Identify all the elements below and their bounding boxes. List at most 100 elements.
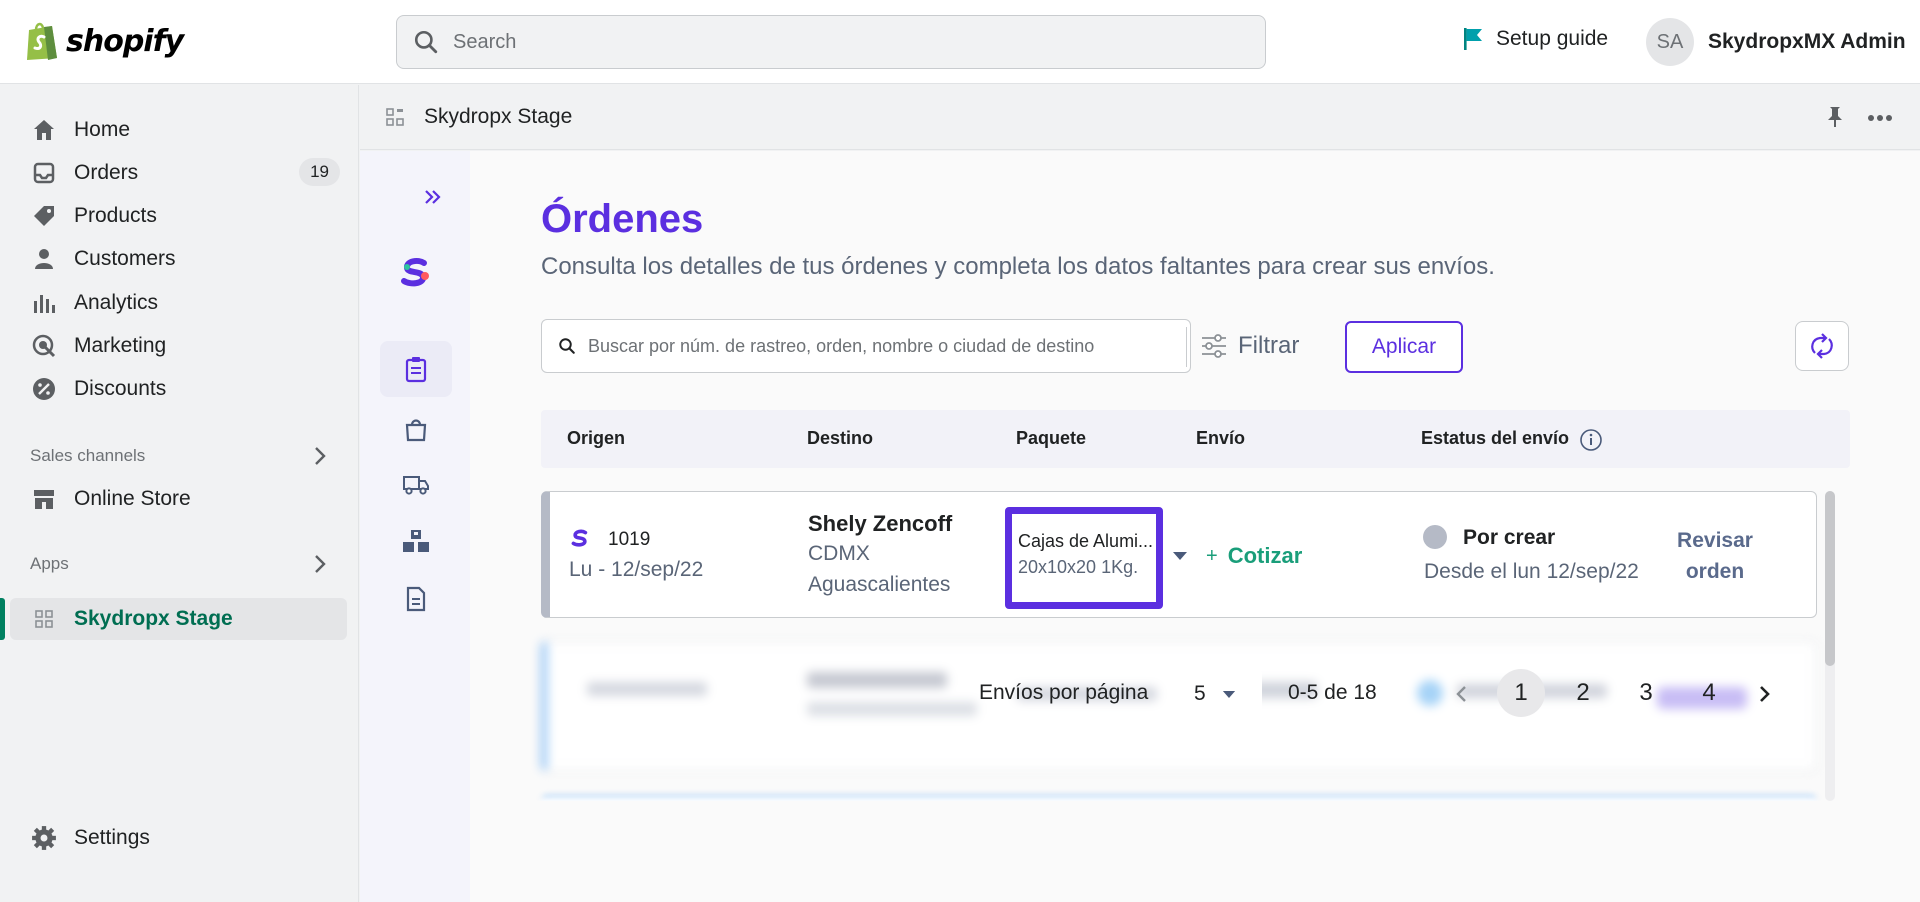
- setup-guide-label: Setup guide: [1496, 27, 1609, 50]
- shopify-bag-icon: [27, 22, 57, 60]
- apply-button[interactable]: Aplicar: [1345, 321, 1463, 373]
- orders-count-badge: 19: [299, 158, 340, 186]
- column-header-origin: Origen: [567, 428, 626, 448]
- page-button-3[interactable]: 3: [1622, 669, 1670, 717]
- scrollbar-thumb[interactable]: [1825, 491, 1835, 666]
- table-header: Origen Destino Paquete Envío Estatus del…: [541, 410, 1850, 468]
- review-order-link[interactable]: Revisar orden: [1660, 525, 1770, 587]
- sidebar-item-orders[interactable]: Orders 19: [30, 153, 340, 193]
- review-order-line1: Revisar: [1677, 529, 1753, 552]
- app-header-title: Skydropx Stage: [424, 105, 573, 128]
- document-icon: [406, 586, 426, 612]
- column-header-shipment: Envío: [1196, 428, 1246, 448]
- skydropx-logo-icon: [401, 257, 429, 287]
- status-indicator: [1423, 525, 1447, 549]
- discount-icon: [30, 375, 58, 403]
- column-header-package: Paquete: [1016, 428, 1087, 448]
- orders-search-input[interactable]: [588, 335, 1178, 357]
- sales-channels-label: Sales channels: [30, 446, 146, 465]
- chevron-right-icon[interactable]: [312, 554, 328, 574]
- destination-state: Aguascalientes: [808, 573, 951, 596]
- sidebar-item-products[interactable]: Products: [30, 196, 340, 236]
- sidebar-item-marketing[interactable]: Marketing: [30, 326, 340, 366]
- order-number: 1019: [608, 529, 651, 550]
- destination-city: CDMX: [808, 542, 870, 565]
- chevron-left-icon[interactable]: [1455, 685, 1467, 703]
- sidebar-item-discounts[interactable]: Discounts: [30, 369, 340, 409]
- page-button-2[interactable]: 2: [1559, 669, 1607, 717]
- sidebar-item-customers[interactable]: Customers: [30, 239, 340, 279]
- global-search-input[interactable]: [453, 30, 1233, 54]
- sidebar-item-skydropx-stage[interactable]: Skydropx Stage: [30, 599, 340, 639]
- sidebar-item-home[interactable]: Home: [30, 110, 340, 150]
- page-title: Órdenes: [541, 197, 704, 241]
- quote-label: Cotizar: [1227, 543, 1303, 568]
- sidebar-item-analytics[interactable]: Analytics: [30, 283, 340, 323]
- sidebar-item-label: Settings: [74, 826, 150, 849]
- boxes-icon: [403, 530, 429, 552]
- pagination-bar: [470, 801, 1920, 902]
- search-divider: [1186, 327, 1187, 367]
- sidebar-item-label: Analytics: [74, 291, 159, 314]
- sidebar-item-online-store[interactable]: Online Store: [30, 479, 340, 519]
- setup-guide-link[interactable]: Setup guide: [1462, 26, 1608, 52]
- rail-shop[interactable]: [380, 401, 452, 457]
- shopping-bag-icon: [405, 419, 427, 442]
- plus-icon: +: [1206, 544, 1218, 567]
- orders-search[interactable]: [541, 319, 1191, 373]
- rail-shipping[interactable]: [380, 457, 452, 513]
- sidebar-item-label: Customers: [74, 247, 176, 270]
- user-menu[interactable]: SA SkydropxMX Admin: [1646, 18, 1906, 66]
- expand-chevron-icon[interactable]: [424, 189, 442, 205]
- filter-label: Filtrar: [1238, 332, 1300, 359]
- orders-icon: [30, 159, 58, 187]
- order-date: Lu - 12/sep/22: [569, 558, 704, 581]
- top-bar: shopify Setup guide SA SkydropxMX Admin: [0, 0, 1920, 84]
- sidebar-item-label: Online Store: [74, 487, 191, 510]
- shopify-wordmark: shopify: [66, 23, 184, 59]
- filter-button[interactable]: Filtrar: [1200, 319, 1299, 373]
- per-page-select[interactable]: 5: [1178, 668, 1262, 720]
- rail-documents[interactable]: [380, 571, 452, 627]
- page-subtitle: Consulta los detalles de tus órdenes y c…: [541, 253, 1495, 280]
- person-icon: [30, 245, 58, 273]
- chevron-right-icon[interactable]: [1759, 685, 1771, 703]
- avatar: SA: [1646, 18, 1694, 66]
- search-icon: [414, 30, 438, 54]
- user-name: SkydropxMX Admin: [1708, 30, 1906, 53]
- search-icon: [559, 338, 575, 354]
- refresh-button[interactable]: [1795, 321, 1849, 371]
- status-since: Desde el lun 12/sep/22: [1424, 560, 1639, 583]
- flag-icon: [1464, 28, 1482, 50]
- sidebar-item-label: Home: [74, 118, 131, 141]
- review-order-line2: orden: [1685, 560, 1745, 583]
- target-icon: [30, 332, 58, 360]
- truck-icon: [403, 476, 429, 495]
- more-options-icon[interactable]: [1867, 114, 1893, 122]
- info-icon[interactable]: [1579, 428, 1603, 452]
- per-page-value: 5: [1194, 682, 1206, 705]
- app-side-rail: [360, 151, 470, 902]
- chevron-right-icon[interactable]: [312, 446, 328, 466]
- sidebar-item-label: Discounts: [74, 377, 167, 400]
- shopify-logo[interactable]: shopify: [24, 20, 184, 62]
- home-icon: [30, 116, 58, 144]
- rail-orders[interactable]: [380, 341, 452, 397]
- destination-name: Shely Zencoff: [808, 511, 953, 536]
- quote-button[interactable]: + Cotizar: [1206, 543, 1302, 569]
- app-grid-icon: [30, 605, 58, 633]
- rail-packages[interactable]: [380, 513, 452, 569]
- gear-icon: [30, 824, 58, 852]
- sidebar-item-label: Orders: [74, 161, 139, 184]
- page-button-1[interactable]: 1: [1497, 669, 1545, 717]
- sidebar-item-settings[interactable]: Settings: [30, 818, 340, 858]
- tag-icon: [30, 202, 58, 230]
- bar-chart-icon: [30, 289, 58, 317]
- per-page-label: Envíos por página: [979, 681, 1149, 704]
- pin-icon[interactable]: [1825, 105, 1845, 129]
- sidebar-item-label: Products: [74, 204, 157, 227]
- global-search[interactable]: [396, 15, 1266, 69]
- page-button-4[interactable]: 4: [1685, 669, 1733, 717]
- caret-down-icon: [1222, 690, 1235, 698]
- refresh-icon: [1811, 333, 1833, 359]
